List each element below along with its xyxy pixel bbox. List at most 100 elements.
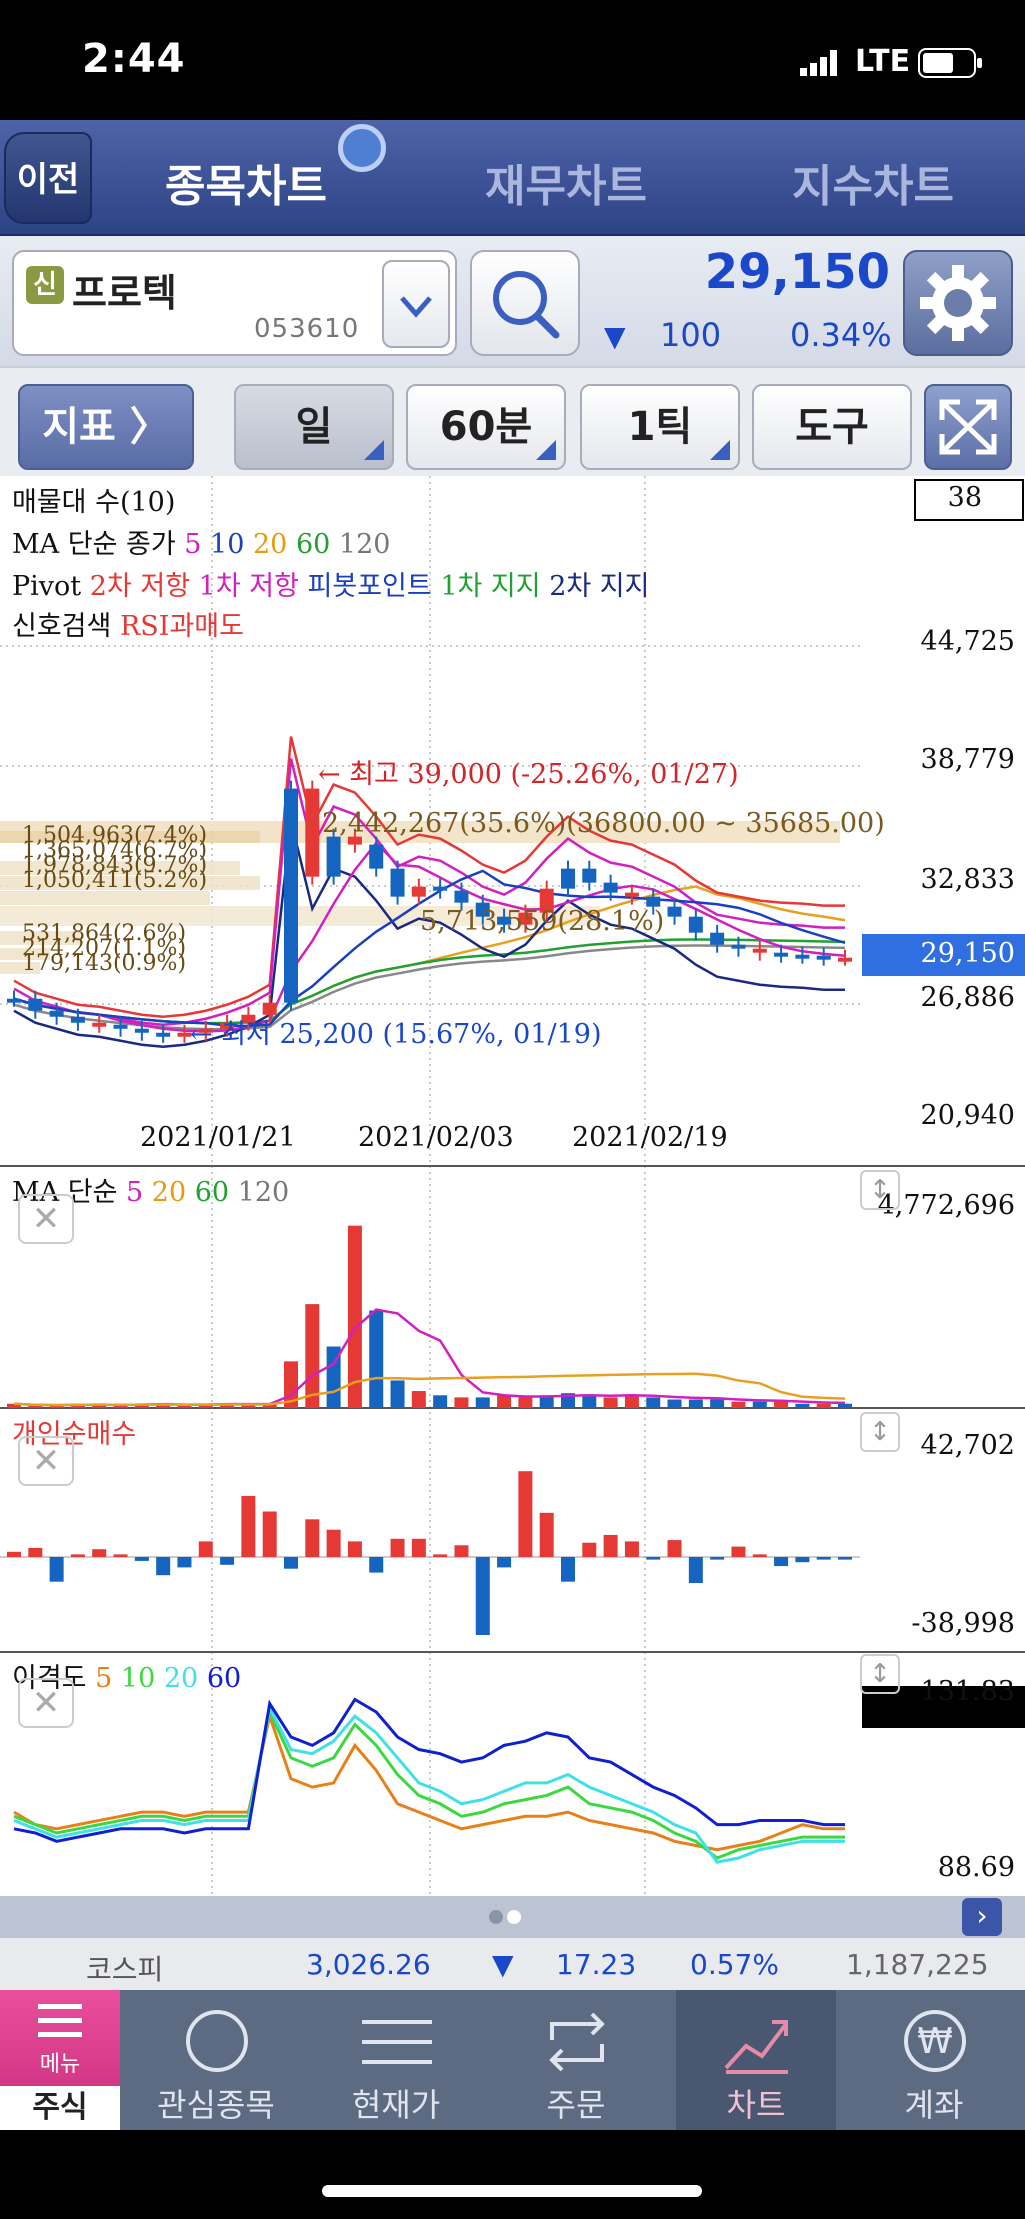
menu-button[interactable]: 메뉴 주식: [0, 1990, 120, 2130]
tab-financial-chart[interactable]: 재무차트: [485, 150, 647, 214]
resize-disparity-icon[interactable]: ↕: [860, 1654, 900, 1694]
candle-body: [284, 788, 298, 1003]
indicator-button[interactable]: 지표 〉: [18, 384, 194, 470]
candle-body: [28, 998, 43, 1011]
disp-10: 10: [120, 1663, 156, 1694]
net-buy-bar: [667, 1540, 682, 1557]
resize-individual-icon[interactable]: ↕: [860, 1412, 900, 1452]
net-buy-bar: [646, 1557, 661, 1560]
close-disparity-panel-icon[interactable]: ✕: [18, 1678, 74, 1728]
close-volume-panel-icon[interactable]: ✕: [18, 1194, 74, 1244]
disp-20: 20: [163, 1663, 199, 1694]
pivot-s1: 1차 지지: [440, 571, 541, 602]
tools-label: 도구: [795, 404, 869, 450]
hamburger-icon: [38, 2004, 82, 2037]
net-buy-bar: [28, 1547, 43, 1557]
stock-dropdown-button[interactable]: [382, 260, 450, 348]
back-button[interactable]: 이전: [4, 132, 92, 224]
net-buy-bar: [113, 1554, 128, 1557]
net-buy-bar: [710, 1557, 725, 1560]
volume-bar: [582, 1395, 597, 1408]
volume-bar: [518, 1397, 533, 1408]
network-type: LTE: [855, 44, 911, 79]
ma-5: 5: [184, 529, 202, 560]
stock-selector[interactable]: 신 프로텍 053610: [12, 250, 457, 356]
net-buy-bar: [347, 1541, 362, 1557]
net-buy-bar: [624, 1541, 639, 1557]
tab-chart[interactable]: 차트: [676, 1990, 836, 2130]
disp-60: 60: [206, 1663, 242, 1694]
net-buy-bar: [7, 1551, 21, 1557]
fullscreen-button[interactable]: [924, 384, 1012, 470]
signal-icon: [800, 50, 837, 76]
candle-body: [624, 892, 639, 897]
net-buy-bar: [816, 1557, 831, 1560]
signal-item: RSI과매도: [119, 611, 244, 642]
tab-order[interactable]: 주문: [512, 1990, 640, 2130]
tab-chart-label: 차트: [726, 2086, 786, 2124]
price-change-pct: 0.34%: [790, 316, 892, 354]
settings-button[interactable]: [903, 250, 1013, 356]
chevron-down-icon: [400, 296, 432, 318]
volume-bar: [369, 1310, 384, 1408]
net-buy-bar: [177, 1557, 192, 1568]
high-annotation: ← 최고 39,000 (-25.26%, 01/27): [318, 759, 739, 790]
pivot-legend: Pivot 2차 저항 1차 저항 피봇포인트 1차 지지 2차 지지: [12, 564, 649, 603]
net-buy-bar: [198, 1541, 213, 1557]
price-box-value: 38: [947, 482, 982, 513]
ma-10: 10: [210, 529, 245, 560]
index-pct: 0.57%: [690, 1948, 779, 1981]
tab-current-price[interactable]: 현재가: [332, 1990, 460, 2130]
refresh-icon[interactable]: [338, 124, 386, 172]
volume-bar: [838, 1403, 852, 1408]
volume-bar: [390, 1380, 405, 1408]
price-change: 100: [660, 316, 722, 354]
candle-body: [454, 890, 469, 903]
ma-legend: MA 단순 종가 5 10 20 60 120: [12, 522, 390, 561]
current-price: 29,150: [704, 244, 890, 300]
tab-watchlist[interactable]: 관심종목: [152, 1990, 280, 2130]
indicator-label: 지표: [42, 404, 116, 450]
tab-stock-chart[interactable]: 종목차트: [165, 150, 327, 214]
pivot-r2: 2차 저항: [89, 571, 191, 602]
resize-volume-icon[interactable]: ↕: [860, 1170, 900, 1210]
candle-body: [582, 868, 597, 883]
ma-60: 60: [295, 529, 331, 560]
volume-bar: [731, 1401, 746, 1408]
net-buy-bar: [70, 1554, 85, 1557]
signal-legend: 신호검색 RSI과매도: [12, 604, 244, 643]
tab-account[interactable]: ₩ 계좌: [870, 1990, 998, 2130]
tick-button[interactable]: 1틱: [580, 384, 740, 470]
ma-label: MA 단순 종가: [12, 529, 176, 560]
close-individual-panel-icon[interactable]: ✕: [18, 1436, 74, 1486]
search-button[interactable]: [470, 250, 580, 356]
individual-y-bottom: -38,998: [911, 1608, 1015, 1639]
market-index-row[interactable]: 코스피 3,026.26 ▼ 17.23 0.57% 1,187,225: [0, 1938, 1025, 1990]
volume-bar: [646, 1397, 661, 1408]
candle-body: [731, 944, 746, 949]
candle-body: [752, 948, 767, 953]
net-buy-bar: [134, 1557, 149, 1561]
ma-120: 120: [338, 529, 391, 560]
volume-profile-list-2: 531,864(2.6%) 214,207(1.1%) 179,143(0.9%…: [22, 923, 187, 976]
next-page-arrow-icon[interactable]: ›: [962, 1898, 1002, 1936]
ma-20: 20: [253, 529, 288, 560]
x-tick-0121: 2021/01/21: [140, 1122, 296, 1153]
tools-button[interactable]: 도구: [752, 384, 912, 470]
net-buy-bar: [369, 1557, 384, 1573]
vp-row: 179,143(0.9%): [22, 951, 187, 976]
tab-index-chart[interactable]: 지수차트: [792, 150, 954, 214]
period-60min-button[interactable]: 60분: [406, 384, 566, 470]
net-buy-bar: [49, 1557, 64, 1582]
stock-code: 053610: [254, 314, 360, 344]
period-day-label: 일: [295, 404, 333, 450]
period-day-button[interactable]: 일: [234, 384, 394, 470]
tab-current-price-label: 현재가: [351, 2086, 441, 2124]
net-buy-bar: [156, 1557, 171, 1576]
net-buy-bar: [220, 1557, 235, 1565]
chart-area[interactable]: 매물대 수(10) MA 단순 종가 5 10 20 60 120 Pivot …: [0, 476, 1025, 1896]
candle-body: [795, 954, 810, 959]
chart-toolbar: 지표 〉 일 60분 1틱 도구: [0, 366, 1025, 476]
net-buy-bar: [241, 1495, 256, 1557]
volume-bar: [710, 1399, 725, 1408]
